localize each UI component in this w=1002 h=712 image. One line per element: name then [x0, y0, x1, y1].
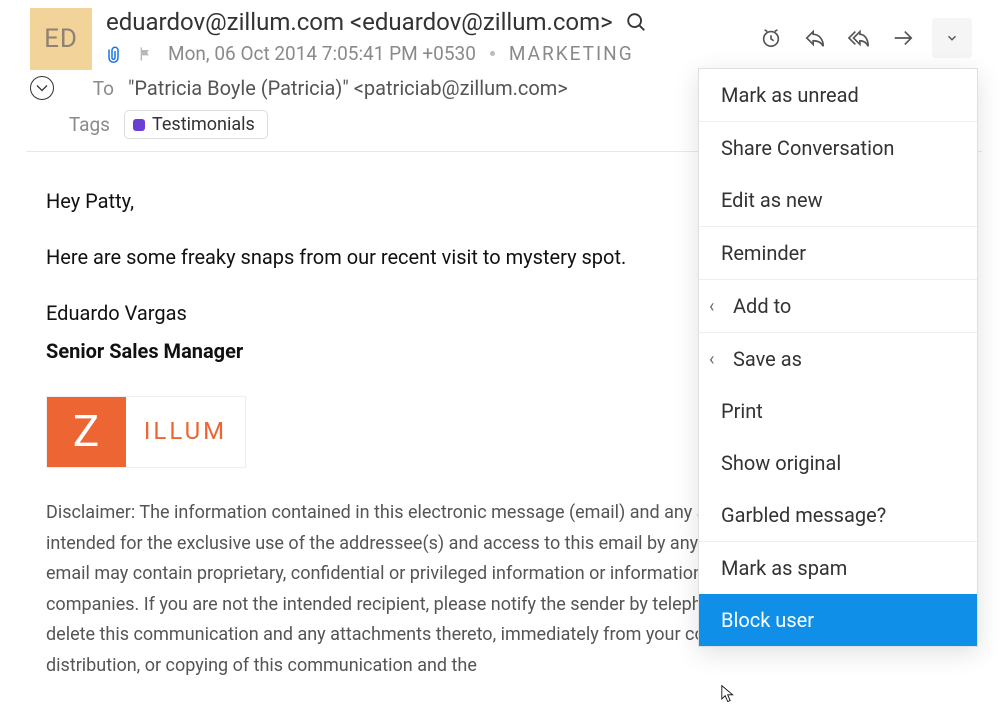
- from-address: eduardov@zillum.com <eduardov@zillum.com…: [106, 8, 613, 36]
- cursor-icon: [716, 682, 736, 706]
- tags-label: Tags: [64, 113, 110, 136]
- company-logo: Z ILLUM: [46, 396, 246, 468]
- to-label: To: [68, 77, 114, 100]
- flag-icon[interactable]: [138, 45, 154, 63]
- more-actions-button[interactable]: [932, 18, 972, 58]
- chevron-down-icon: [945, 31, 959, 45]
- to-value: "Patricia Boyle (Patricia)" <patriciab@z…: [128, 76, 568, 100]
- tag-name: Testimonials: [152, 114, 255, 135]
- menu-mark-unread[interactable]: Mark as unread: [699, 69, 977, 121]
- menu-print[interactable]: Print: [699, 385, 977, 437]
- folder-label[interactable]: MARKETING: [509, 42, 634, 65]
- menu-edit-as-new[interactable]: Edit as new: [699, 174, 977, 226]
- search-icon[interactable]: [625, 11, 647, 33]
- reply-icon[interactable]: [804, 27, 826, 49]
- forward-icon[interactable]: [892, 27, 914, 49]
- attachment-icon[interactable]: [106, 44, 124, 64]
- expand-recipients-icon[interactable]: [30, 76, 54, 100]
- email-toolbar: [760, 18, 972, 58]
- email-date: Mon, 06 Oct 2014 7:05:41 PM +0530: [168, 42, 476, 65]
- reply-all-icon[interactable]: [848, 27, 870, 49]
- menu-share-conversation[interactable]: Share Conversation: [699, 121, 977, 174]
- more-actions-menu: Mark as unread Share Conversation Edit a…: [698, 68, 978, 647]
- menu-mark-spam[interactable]: Mark as spam: [699, 541, 977, 594]
- avatar[interactable]: ED: [30, 8, 92, 70]
- logo-z: Z: [47, 397, 125, 467]
- tag-chip[interactable]: Testimonials: [124, 110, 268, 139]
- menu-add-to[interactable]: Add to: [699, 279, 977, 332]
- menu-garbled-message[interactable]: Garbled message?: [699, 489, 977, 541]
- logo-text: ILLUM: [125, 397, 245, 467]
- menu-show-original[interactable]: Show original: [699, 437, 977, 489]
- menu-block-user[interactable]: Block user: [699, 594, 977, 646]
- menu-save-as[interactable]: Save as: [699, 332, 977, 385]
- snooze-icon[interactable]: [760, 27, 782, 49]
- menu-reminder[interactable]: Reminder: [699, 226, 977, 279]
- tag-color-swatch: [133, 119, 145, 131]
- separator-dot: [490, 51, 495, 56]
